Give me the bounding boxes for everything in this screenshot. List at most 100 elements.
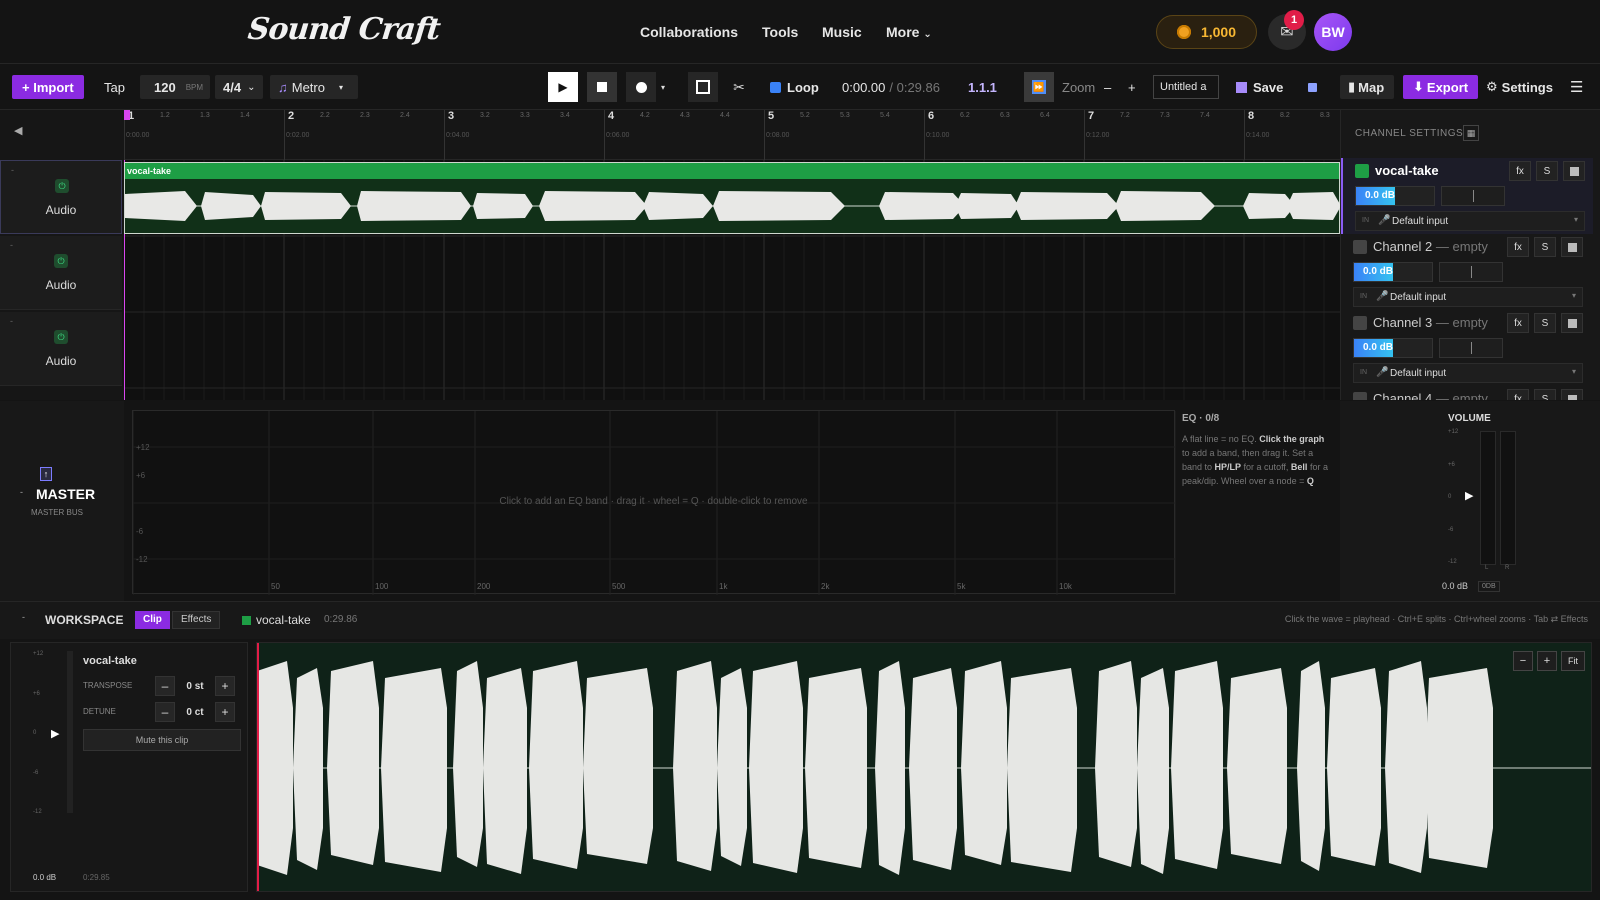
channel-color-swatch[interactable] (1353, 392, 1367, 400)
channel-input-select[interactable]: IN 🎤 Default input ▾ (1355, 211, 1585, 231)
share-button[interactable] (1308, 75, 1317, 99)
channel-solo-button[interactable]: S (1536, 161, 1558, 181)
channel-row[interactable]: Channel 2 — empty fx S 0.0 dB IN 🎤 Default inp… (1341, 234, 1593, 310)
channel-fx-button[interactable]: fx (1507, 237, 1529, 257)
track-header[interactable]: - ⏻ Audio (0, 160, 122, 234)
nav-music[interactable]: Music (822, 24, 862, 40)
channel-pan-slider[interactable] (1441, 186, 1505, 206)
channel-fx-button[interactable]: fx (1507, 313, 1529, 333)
collapse-icon[interactable]: - (22, 612, 25, 622)
transpose-increase-button[interactable]: + (215, 676, 235, 696)
zoom-in-button[interactable]: + (1128, 75, 1136, 99)
map-icon: ▮ (1348, 79, 1356, 94)
channel-volume-field[interactable]: 0.0 dB (1355, 186, 1435, 206)
record-button[interactable] (626, 72, 656, 102)
playhead-marker[interactable] (124, 110, 130, 120)
avatar[interactable]: BW (1314, 13, 1352, 51)
volume-fader-handle[interactable]: ▶ (1465, 489, 1473, 502)
loop-label: Loop (787, 79, 819, 95)
collapse-icon[interactable]: - (20, 487, 23, 497)
transpose-decrease-button[interactable]: – (155, 676, 175, 696)
wave-segment (1007, 668, 1077, 872)
collapse-icon[interactable]: - (11, 165, 14, 175)
eq-graph[interactable]: +12 +6 -6 -12 50 100 200 500 1k 2k 5k 10k Click to … (132, 410, 1176, 595)
metro-button[interactable]: ♫ Metro ▾ (270, 75, 358, 99)
zoom-out-button[interactable]: – (1104, 75, 1111, 99)
coin-balance[interactable]: 1,000 (1156, 15, 1257, 49)
channel-solo-button[interactable]: S (1534, 389, 1556, 400)
power-icon[interactable]: ⏻ (54, 330, 68, 344)
wave-zoom-out-button[interactable]: − (1513, 651, 1533, 671)
select-tool-button[interactable] (688, 72, 718, 102)
playhead[interactable] (257, 643, 259, 891)
track-header[interactable]: - ⏻ Audio (0, 312, 122, 386)
collapse-icon[interactable]: - (10, 316, 13, 326)
track-lanes[interactable]: vocal-take (124, 160, 1340, 400)
loop-button[interactable]: Loop (770, 75, 819, 99)
channel-input-select[interactable]: IN 🎤 Default input ▾ (1353, 287, 1583, 307)
clip-waveform-editor[interactable]: − + Fit (256, 642, 1592, 892)
channel-fx-button[interactable]: fx (1509, 161, 1531, 181)
channel-row[interactable]: vocal-take fx S 0.0 dB IN 🎤 Default input ▾ (1341, 158, 1593, 234)
stop-button[interactable] (587, 72, 617, 102)
channel-color-swatch[interactable] (1353, 240, 1367, 254)
transpose-stepper[interactable]: – 0 st + (155, 676, 235, 696)
channel-mute-button[interactable] (1561, 389, 1583, 400)
bpm-field[interactable]: 120 BPM (140, 75, 210, 99)
export-button[interactable]: ⬇ Export (1403, 75, 1479, 99)
tab-effects[interactable]: Effects (172, 611, 221, 629)
collapse-icon[interactable]: - (10, 240, 13, 250)
odb-button[interactable]: 0DB (1478, 581, 1500, 592)
detune-stepper[interactable]: – 0 ct + (155, 702, 235, 722)
audio-clip[interactable]: vocal-take (124, 162, 1340, 234)
channel-input-select[interactable]: IN 🎤 Default input ▾ (1353, 363, 1583, 383)
clip-gain-db: 0.0 dB (33, 873, 57, 882)
channel-color-swatch[interactable] (1353, 316, 1367, 330)
map-button[interactable]: ▮ Map (1340, 75, 1394, 99)
tap-button[interactable]: Tap (104, 75, 125, 99)
detune-increase-button[interactable]: + (215, 702, 235, 722)
time-current: 0:00.00 (842, 79, 886, 95)
channel-color-swatch[interactable] (1355, 164, 1369, 178)
wave-zoom-in-button[interactable]: + (1537, 651, 1557, 671)
power-icon[interactable]: ⏻ (55, 179, 69, 193)
settings-button[interactable]: ⚙ Settings (1486, 75, 1553, 99)
mute-clip-button[interactable]: Mute this clip (83, 729, 241, 751)
detune-decrease-button[interactable]: – (155, 702, 175, 722)
play-button[interactable]: ▶ (548, 72, 578, 102)
record-options-button[interactable]: ▾ (656, 72, 670, 102)
split-tool-button[interactable]: ✂ (724, 72, 754, 102)
channel-row[interactable]: Channel 3 — empty fx S 0.0 dB IN 🎤 Default inp… (1341, 310, 1593, 386)
channel-mute-button[interactable] (1563, 161, 1585, 181)
stop-icon (1567, 242, 1577, 252)
collapse-left-icon[interactable]: ◀ (14, 124, 22, 137)
channel-solo-button[interactable]: S (1534, 237, 1556, 257)
channel-mute-button[interactable] (1561, 313, 1583, 333)
follow-button[interactable]: ⏩ (1024, 72, 1054, 102)
grid-icon[interactable]: ▦ (1463, 125, 1479, 141)
nav-tools[interactable]: Tools (762, 24, 798, 40)
wave-fit-button[interactable]: Fit (1561, 651, 1585, 671)
power-icon[interactable]: ⏻ (54, 254, 68, 268)
channel-solo-button[interactable]: S (1534, 313, 1556, 333)
channel-volume-field[interactable]: 0.0 dB (1353, 338, 1433, 358)
timeline-ruler[interactable]: 1 0:00.00 1.2 1.3 1.4 2 0:02.00 2.2 2.3 2.4 3 0:04.… (124, 110, 1370, 160)
channel-fx-button[interactable]: fx (1507, 389, 1529, 400)
logo[interactable]: Sound Craft (246, 12, 441, 47)
tab-clip[interactable]: Clip (135, 611, 170, 629)
clip-gain-handle[interactable]: ▶ (51, 727, 59, 740)
nav-collaborations[interactable]: Collaborations (640, 24, 738, 40)
track-header[interactable]: - ⏻ Audio (0, 236, 122, 310)
time-signature-select[interactable]: 4/4 ⌄ (215, 75, 263, 99)
channel-row[interactable]: Channel 4 — empty fx S (1341, 386, 1593, 400)
save-button[interactable]: Save (1236, 75, 1283, 99)
nav-more[interactable]: More ⌄ (886, 24, 932, 40)
menu-button[interactable]: ☰ (1570, 75, 1583, 99)
clip-gain-slider-track[interactable] (67, 651, 73, 813)
channel-volume-field[interactable]: 0.0 dB (1353, 262, 1433, 282)
channel-pan-slider[interactable] (1439, 262, 1503, 282)
project-name-input[interactable]: Untitled a (1153, 75, 1219, 99)
import-button[interactable]: + Import (12, 75, 84, 99)
channel-mute-button[interactable] (1561, 237, 1583, 257)
channel-pan-slider[interactable] (1439, 338, 1503, 358)
